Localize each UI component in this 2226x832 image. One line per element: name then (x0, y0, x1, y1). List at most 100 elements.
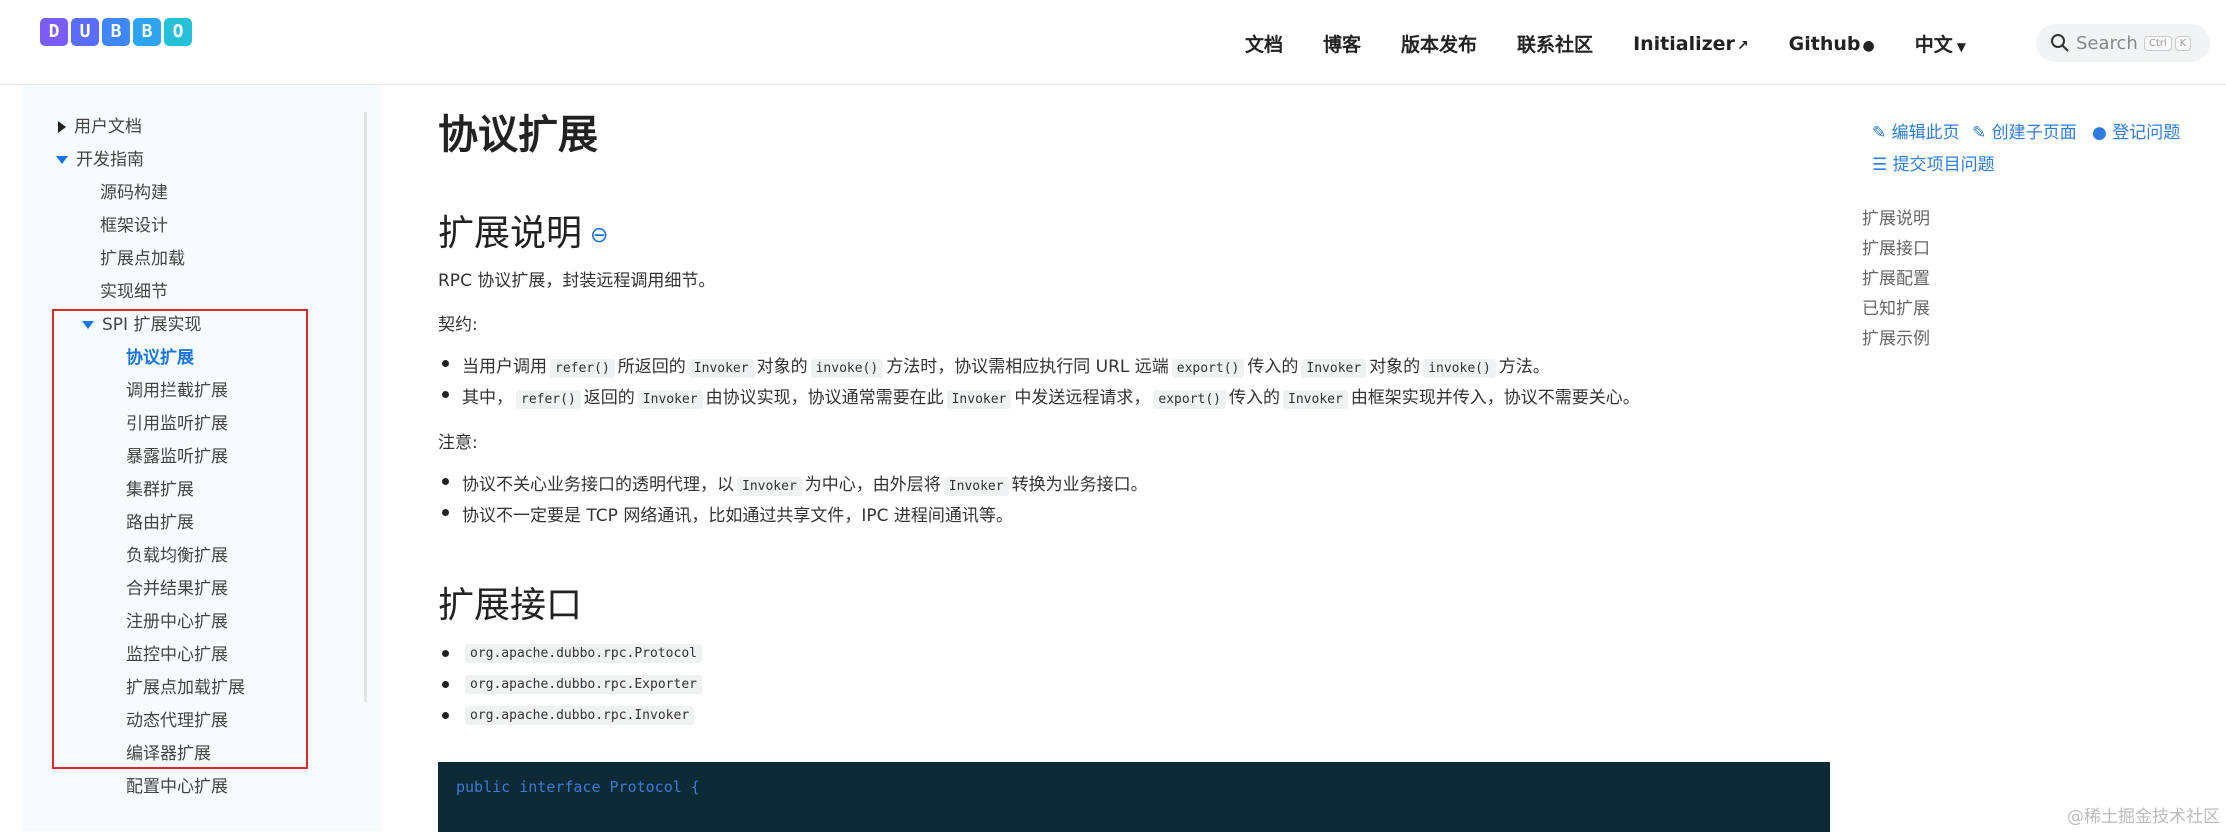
sidebar-item-impl-details[interactable]: 实现细节 (100, 277, 168, 302)
logo-letter: U (71, 18, 99, 46)
note-bullet-2: 协议不一定要是 TCP 网络通讯，比如通过共享文件，IPC 进程间通讯等。 (442, 501, 1013, 526)
sidebar-item-dev-guide[interactable]: 开发指南 (56, 145, 144, 170)
text: 传入的 (1247, 357, 1299, 377)
github-icon: ● (2092, 123, 2113, 143)
text: 转换为业务接口。 (1011, 475, 1148, 495)
inline-code: refer() (550, 359, 615, 378)
section-heading-label: 扩展说明 (438, 213, 583, 254)
interface-item: org.apache.dubbo.rpc.Protocol (442, 642, 705, 663)
kbd-k: K (2174, 35, 2192, 51)
note-label: 注意: (438, 433, 478, 453)
text: 其中， (462, 388, 513, 408)
project-issue-label: 提交项目问题 (1892, 155, 1995, 175)
sidebar-item-framework-design[interactable]: 框架设计 (100, 211, 168, 236)
inline-code: org.apache.dubbo.rpc.Exporter (465, 675, 702, 694)
text: 方法。 (1498, 357, 1550, 377)
inline-code: Invoker (1283, 390, 1348, 409)
toc-link-config[interactable]: 扩展配置 (1862, 264, 1930, 289)
sidebar-item-source-build[interactable]: 源码构建 (100, 178, 168, 203)
inline-code: Invoker (1301, 359, 1367, 378)
inline-code: Invoker (946, 390, 1012, 409)
contract-label: 契约: (438, 315, 478, 335)
text: 对象的 (756, 357, 808, 377)
logo-letter: D (40, 18, 68, 46)
inline-code: Invoker (637, 390, 703, 409)
nav-github-label: Github (1788, 32, 1861, 55)
checklist-icon: ☰ (1872, 155, 1893, 175)
intro-text: RPC 协议扩展，封装远程调用细节。 (438, 271, 716, 291)
highlight-box (52, 309, 308, 769)
code-block: public interface Protocol { (438, 762, 1830, 832)
nav-community[interactable]: 联系社区 (1517, 30, 1593, 57)
text: 返回的 (583, 388, 635, 408)
logo-letter: O (164, 18, 192, 46)
text: 协议不关心业务接口的透明代理，以 (462, 475, 734, 495)
inline-code: invoke() (810, 359, 884, 378)
nav-releases[interactable]: 版本发布 (1401, 30, 1477, 57)
kbd-ctrl: Ctrl (2143, 35, 2172, 51)
edit-page-link[interactable]: ✎ 编辑此页 (1872, 118, 1960, 143)
caret-down-icon: ▼ (1956, 40, 1966, 54)
link-icon[interactable]: ⊖ (590, 223, 608, 248)
text: 为中心，由外层将 (804, 475, 941, 495)
text: 中发送远程请求， (1014, 388, 1151, 408)
contract-bullet-2: 其中， refer() 返回的 Invoker 由协议实现，协议通常需要在此 Invoke… (442, 383, 1640, 409)
text: 对象的 (1369, 357, 1421, 377)
inline-code: org.apache.dubbo.rpc.Protocol (465, 644, 702, 663)
create-issue-link[interactable]: ● 登记问题 (2092, 118, 2180, 143)
toc-link-interface[interactable]: 扩展接口 (1862, 234, 1930, 259)
toc-link-description[interactable]: 扩展说明 (1862, 204, 1930, 229)
create-child-page-label: 创建子页面 (1991, 123, 2077, 143)
github-icon: ● (1862, 37, 1875, 54)
nav-initializer[interactable]: Initializer ↗ (1633, 33, 1749, 55)
inline-code: export() (1153, 390, 1227, 409)
watermark: @稀土掘金技术社区 (2067, 807, 2220, 827)
create-child-page-link[interactable]: ✎ 创建子页面 (1972, 118, 2077, 143)
inline-code: Invoker (688, 359, 754, 378)
logo-letter: B (102, 18, 130, 46)
search-icon (2051, 34, 2069, 52)
search-box[interactable]: Search Ctrl K (2036, 24, 2210, 62)
sidebar-item-ext-loading[interactable]: 扩展点加载 (100, 244, 185, 269)
language-label: 中文 (1914, 34, 1953, 56)
nav-github[interactable]: Github ● (1789, 33, 1875, 55)
contract-bullet-1: 当用户调用 refer() 所返回的 Invoker 对象的 invoke() 方法时，协议… (442, 352, 1550, 378)
inline-code: export() (1171, 359, 1245, 378)
edit-page-label: 编辑此页 (1891, 123, 1960, 143)
text: 所返回的 (617, 357, 686, 377)
language-dropdown[interactable]: 中文 ▼ (1915, 30, 1966, 57)
inline-code: Invoker (737, 477, 802, 496)
text: 由协议实现，协议通常需要在此 (705, 388, 944, 408)
text: 当用户调用 (462, 357, 547, 377)
toc-link-known[interactable]: 已知扩展 (1862, 294, 1930, 319)
interface-item: org.apache.dubbo.rpc.Invoker (441, 704, 697, 725)
inline-code: Invoker (943, 477, 1009, 496)
section-heading-description: 扩展说明 ⊖ (438, 204, 608, 256)
external-link-icon: ↗ (1736, 37, 1749, 54)
sidebar-item-label: 用户文档 (74, 117, 142, 137)
logo-letter: B (133, 18, 161, 46)
text: 由框架实现并传入，协议不需要关心。 (1350, 388, 1640, 408)
nav-initializer-label: Initializer (1633, 32, 1735, 55)
sidebar-item-config-center-ext[interactable]: 配置中心扩展 (126, 772, 228, 797)
sidebar-scrollbar[interactable] (364, 112, 367, 702)
sidebar-item-user-docs[interactable]: 用户文档 (58, 112, 142, 137)
project-issue-link[interactable]: ☰ 提交项目问题 (1872, 150, 1995, 175)
top-header: D U B B O 文档 博客 版本发布 联系社区 Initializer ↗ G… (0, 0, 2226, 85)
caret-right-icon (58, 121, 66, 133)
note-bullet-1: 协议不关心业务接口的透明代理，以 Invoker 为中心，由外层将 Invoker 转换… (442, 470, 1148, 496)
create-issue-label: 登记问题 (2112, 123, 2181, 143)
dubbo-logo[interactable]: D U B B O (40, 18, 192, 46)
inline-code: invoke() (1423, 359, 1496, 378)
edit-icon: ✎ (1872, 123, 1892, 143)
caret-down-icon (56, 156, 68, 164)
toc-link-example[interactable]: 扩展示例 (1862, 324, 1930, 349)
nav-blog[interactable]: 博客 (1323, 30, 1361, 57)
edit-icon: ✎ (1972, 123, 1992, 143)
top-nav: 文档 博客 版本发布 联系社区 Initializer ↗ Github ● 中文 ▼ (1245, 30, 2006, 57)
nav-docs[interactable]: 文档 (1245, 30, 1283, 57)
inline-code: org.apache.dubbo.rpc.Invoker (465, 706, 695, 725)
section-heading-interface: 扩展接口 (438, 585, 583, 626)
page-title: 协议扩展 (438, 112, 598, 158)
inline-code: refer() (516, 390, 581, 409)
